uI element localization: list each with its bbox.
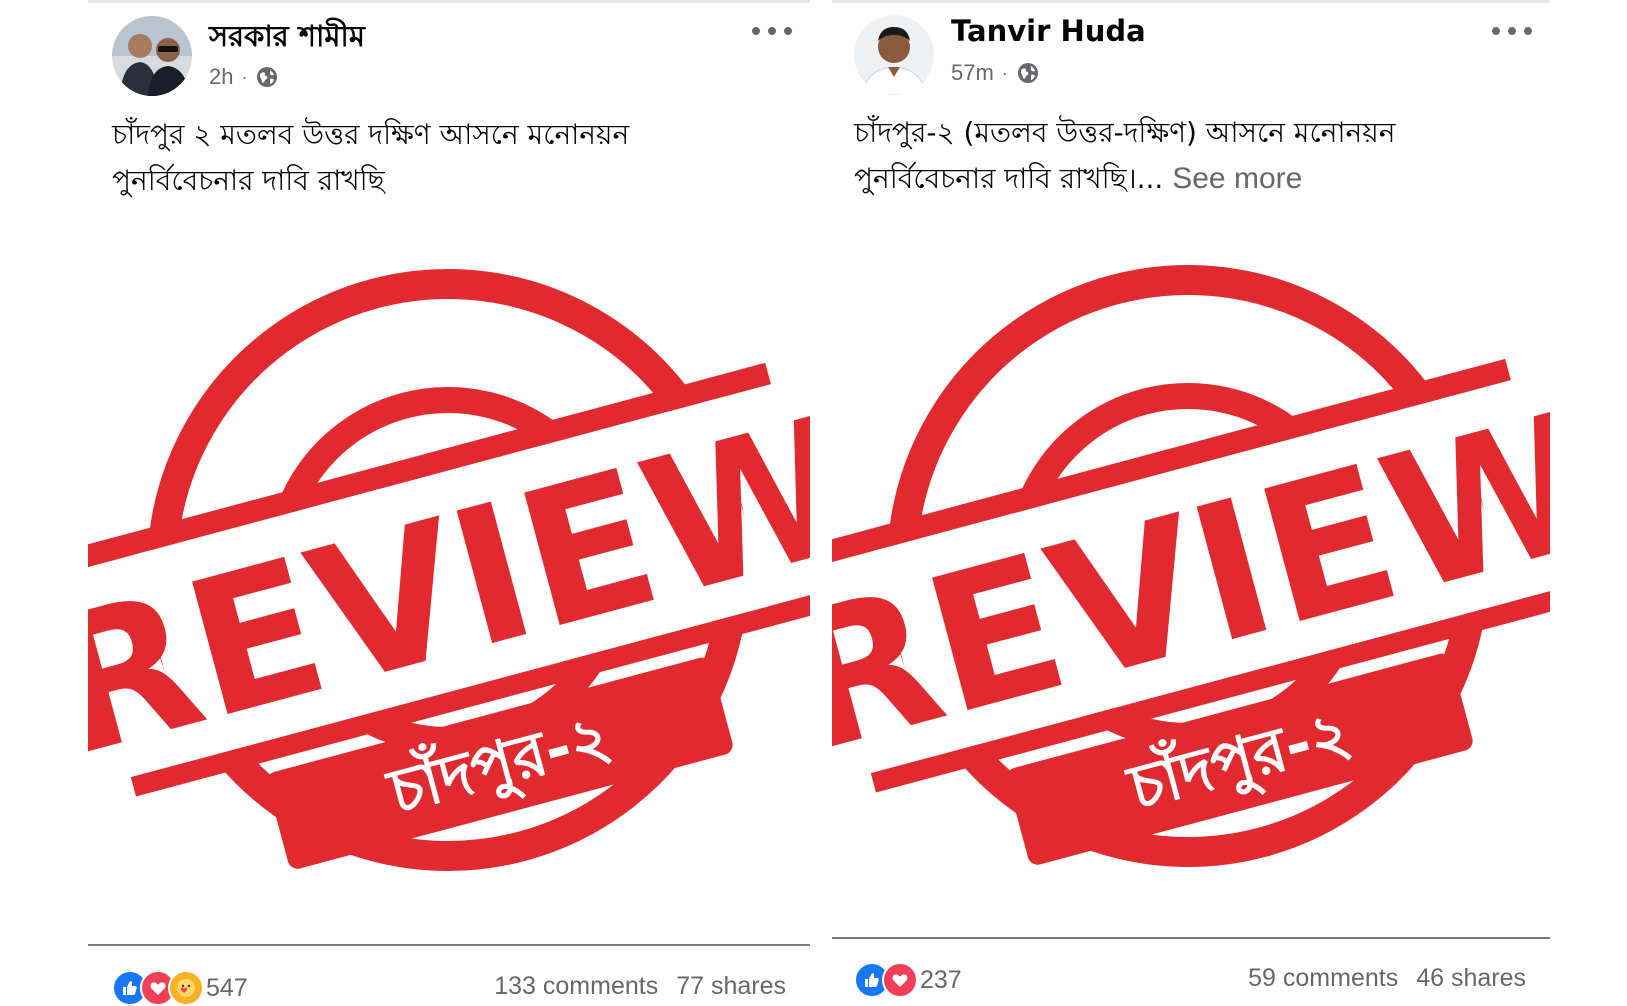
post-time[interactable]: 2h <box>209 64 233 90</box>
reaction-count: 547 <box>206 973 248 1002</box>
author-avatar[interactable] <box>854 15 934 95</box>
post-text-line: চাঁদপুর-২ (মতলব উত্তর-দক্ষিণ) আসনে মনোনয… <box>854 116 1396 149</box>
care-icon <box>168 970 204 1006</box>
author-name[interactable]: Tanvir Huda <box>951 14 1146 48</box>
post-image[interactable]: REVIEW চাঁদপুর-২ <box>766 240 1619 930</box>
author-name[interactable]: সরকার শামীম <box>209 14 365 63</box>
dot-icon <box>1492 27 1500 35</box>
dot-icon <box>784 27 792 35</box>
post-meta: 57m · <box>951 60 1040 86</box>
globe-icon <box>257 67 278 87</box>
dot-icon <box>768 27 776 35</box>
reaction-summary[interactable]: 237 <box>854 962 962 998</box>
reaction-summary[interactable]: 547 <box>112 970 248 1006</box>
review-stamp-image: REVIEW চাঁদপুর-২ <box>26 269 879 871</box>
post-time[interactable]: 57m <box>951 60 994 86</box>
post-divider <box>832 937 1550 939</box>
dot-icon <box>1508 27 1516 35</box>
globe-icon <box>1017 63 1038 83</box>
post-meta: 2h · <box>209 64 279 90</box>
dot-icon <box>752 27 760 35</box>
more-options-button[interactable] <box>752 18 792 44</box>
facebook-post: সরকার শামীম 2h · চাঁদপুর ২ মতলব উত্তর দক… <box>26 0 879 1006</box>
post-text-line: পুনর্বিবেচনার দাবি রাখছি।... See more <box>854 156 1494 202</box>
more-options-button[interactable] <box>1492 18 1532 44</box>
facebook-post: Tanvir Huda 57m · চাঁদপুর-২ (মতলব উত্তর-… <box>766 0 1619 998</box>
see-more-link[interactable]: See more <box>1172 162 1302 195</box>
engagement-stats: 133 comments 77 shares <box>494 972 786 1001</box>
engagement-stats: 59 comments 46 shares <box>1248 964 1526 993</box>
comments-link[interactable]: 133 comments <box>494 972 658 1001</box>
post-divider <box>88 944 810 946</box>
meta-separator: · <box>1001 62 1008 83</box>
author-avatar[interactable] <box>112 16 192 96</box>
comments-link[interactable]: 59 comments <box>1248 964 1398 993</box>
love-icon <box>882 962 918 998</box>
dot-icon <box>1524 27 1532 35</box>
shares-link[interactable]: 77 shares <box>676 972 786 1001</box>
post-text-line-part: পুনর্বিবেচনার দাবি রাখছি।... <box>854 162 1164 195</box>
shares-link[interactable]: 46 shares <box>1416 964 1526 993</box>
review-stamp-image: REVIEW চাঁদপুর-২ <box>766 265 1619 867</box>
reaction-count: 237 <box>920 965 962 994</box>
post-image[interactable]: REVIEW চাঁদপুর-২ <box>26 240 879 930</box>
post-text-line: পুনর্বিবেচনার দাবি রাখছি <box>112 164 385 197</box>
post-text-line: চাঁদপুর ২ মতলব উত্তর দক্ষিণ আসনে মনোনয়ন <box>112 118 630 151</box>
meta-separator: · <box>241 66 248 87</box>
post-text: চাঁদপুর ২ মতলব উত্তর দক্ষিণ আসনে মনোনয়ন… <box>112 112 752 204</box>
post-text: চাঁদপুর-২ (মতলব উত্তর-দক্ষিণ) আসনে মনোনয… <box>854 110 1494 202</box>
